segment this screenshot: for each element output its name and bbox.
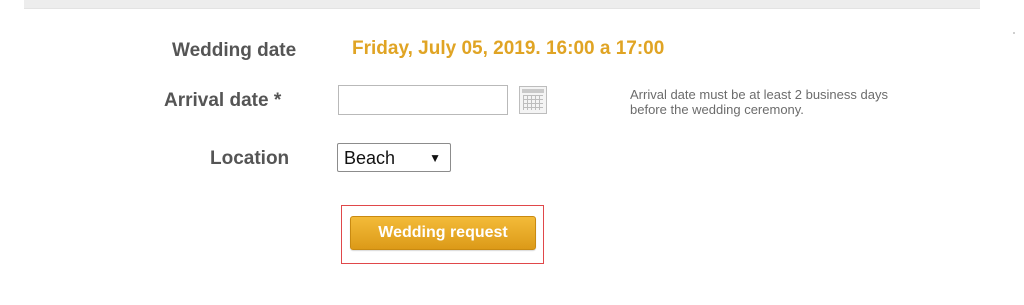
top-panel (24, 0, 980, 9)
location-select[interactable]: Beach ▼ (337, 143, 451, 172)
calendar-icon[interactable] (519, 86, 547, 114)
arrival-date-hint-line2: before the wedding ceremony. (630, 102, 804, 117)
location-label: Location (210, 148, 290, 169)
wedding-date-label: Wedding date (172, 40, 297, 61)
location-selected-value: Beach (344, 148, 396, 168)
chevron-down-icon: ▼ (429, 151, 441, 165)
wedding-date-value: Friday, July 05, 2019. 16:00 a 17:00 (352, 38, 665, 59)
wedding-request-button[interactable]: Wedding request (350, 216, 536, 250)
arrival-date-hint: Arrival date must be at least 2 business… (630, 87, 990, 117)
arrival-date-input[interactable] (338, 85, 508, 115)
arrival-date-label: Arrival date * (164, 90, 282, 111)
calendar-icon-grid (523, 95, 543, 110)
arrival-date-hint-line1: Arrival date must be at least 2 business… (630, 87, 888, 102)
calendar-icon-header (522, 89, 544, 93)
edge-mark (1013, 32, 1015, 34)
